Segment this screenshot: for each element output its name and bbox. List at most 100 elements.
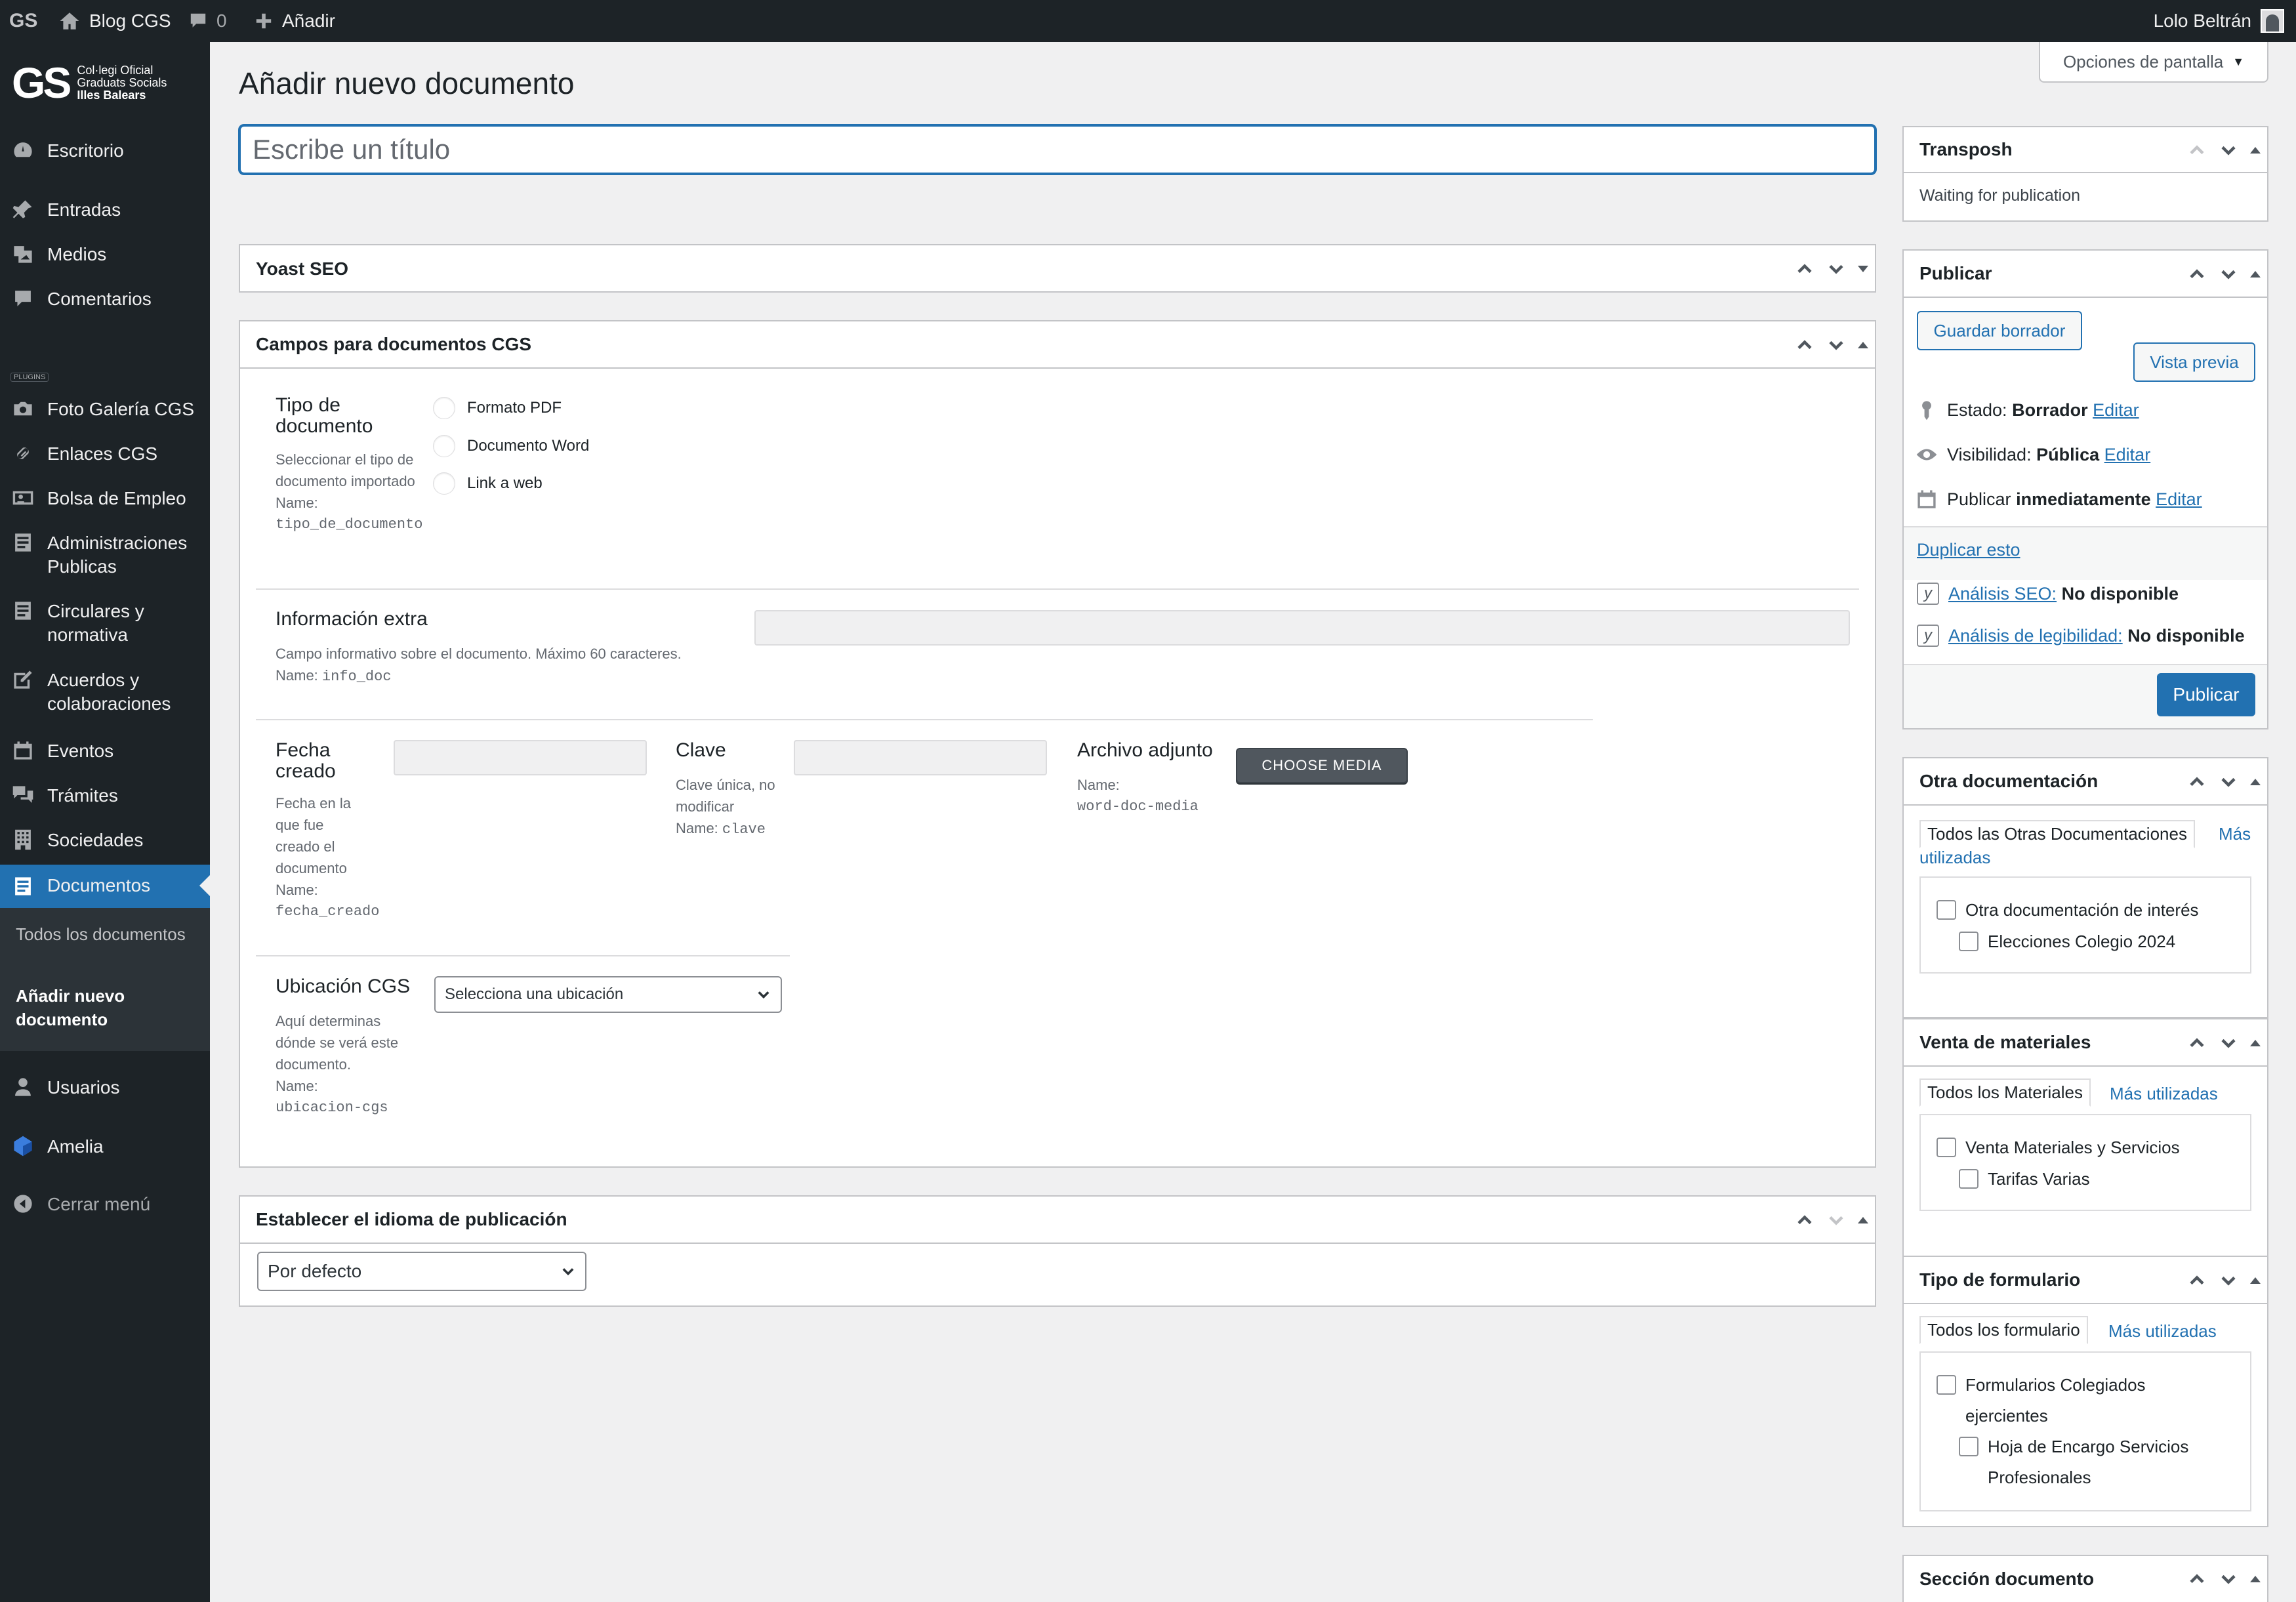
checkbox-tarifas[interactable]: Tarifas Varias [1959, 1164, 2090, 1195]
menu-comentarios[interactable]: Comentarios [0, 287, 210, 314]
checkbox[interactable] [1959, 1437, 1978, 1456]
checkbox-elecciones[interactable]: Elecciones Colegio 2024 [1959, 926, 2175, 957]
tab-mas-utilizadas-cont[interactable]: utilizadas [1919, 848, 1990, 868]
tab-todos[interactable]: Todos las Otras Documentaciones [1919, 820, 2195, 848]
radio-documento-word[interactable]: Documento Word [433, 435, 589, 457]
admin-bar-user[interactable]: Lolo Beltrán [2154, 0, 2284, 42]
admin-bar-site[interactable]: Blog CGS [59, 0, 171, 42]
move-down-icon[interactable] [2219, 1271, 2238, 1290]
toggle-panel-icon[interactable] [2250, 271, 2261, 277]
menu-administraciones[interactable]: Administraciones Publicas [0, 531, 210, 581]
radio-link-web[interactable]: Link a web [433, 472, 543, 495]
postbox-header[interactable]: Publicar [1904, 251, 2267, 298]
choose-media-button[interactable]: CHOOSE MEDIA [1236, 748, 1408, 783]
checkbox-venta-materiales[interactable]: Venta Materiales y Servicios [1937, 1132, 2180, 1163]
move-up-icon[interactable] [2187, 140, 2207, 160]
site-logo[interactable]: GS Col·legi Oficial Graduats Socials Ill… [12, 58, 167, 108]
toggle-panel-icon[interactable] [1858, 266, 1868, 272]
postbox-header[interactable]: Tipo de formulario [1904, 1257, 2267, 1304]
tab-mas-utilizadas[interactable]: Más utilizadas [2110, 1084, 2218, 1104]
menu-circulares[interactable]: Circulares y normativa [0, 600, 210, 649]
ubicacion-select[interactable]: Selecciona una ubicación [434, 976, 782, 1013]
publish-button[interactable]: Publicar [2157, 673, 2255, 716]
menu-cerrar[interactable]: Cerrar menú [0, 1193, 210, 1219]
checkbox-otra-documentacion[interactable]: Otra documentación de interés [1937, 895, 2199, 926]
move-up-icon[interactable] [2187, 1271, 2207, 1290]
move-down-icon[interactable] [2219, 1569, 2238, 1589]
seo-analysis-link[interactable]: Análisis SEO: [1948, 584, 2057, 604]
menu-tramites[interactable]: Trámites [0, 784, 210, 810]
move-down-icon[interactable] [2219, 1033, 2238, 1053]
radio-circle[interactable] [433, 397, 455, 419]
info-extra-input[interactable] [754, 610, 1850, 646]
move-down-icon[interactable] [2219, 140, 2238, 160]
toggle-panel-icon[interactable] [2250, 779, 2261, 785]
menu-acuerdos[interactable]: Acuerdos y colaboraciones [0, 668, 210, 718]
tab-todos[interactable]: Todos los formulario [1919, 1316, 2088, 1344]
menu-documentos[interactable]: Documentos [0, 865, 210, 908]
menu-eventos[interactable]: Eventos [0, 739, 210, 766]
radio-circle[interactable] [433, 435, 455, 457]
postbox-header[interactable]: Venta de materiales [1904, 1019, 2267, 1067]
clave-input[interactable] [794, 740, 1047, 775]
checkbox[interactable] [1937, 1375, 1956, 1395]
postbox-header[interactable]: Otra documentación [1904, 758, 2267, 806]
preview-button[interactable]: Vista previa [2133, 342, 2255, 382]
move-down-icon[interactable] [1826, 335, 1846, 355]
move-down-icon[interactable] [1826, 259, 1846, 279]
move-up-icon[interactable] [2187, 1569, 2207, 1589]
readability-link[interactable]: Análisis de legibilidad: [1948, 626, 2123, 646]
submenu-todos-documentos[interactable]: Todos los documentos [16, 922, 186, 946]
checkbox[interactable] [1937, 1138, 1956, 1157]
postbox-header[interactable]: Establecer el idioma de publicación [240, 1197, 1875, 1244]
toggle-panel-icon[interactable] [1858, 342, 1868, 348]
submenu-anadir-documento[interactable]: Añadir nuevo documento [16, 984, 186, 1031]
save-draft-button[interactable]: Guardar borrador [1917, 311, 2082, 350]
fecha-creado-input[interactable] [394, 740, 647, 775]
menu-foto-galeria[interactable]: Foto Galería CGS [0, 398, 210, 424]
post-title-input[interactable] [239, 125, 1876, 175]
move-up-icon[interactable] [1795, 1210, 1814, 1230]
toggle-panel-icon[interactable] [2250, 1040, 2261, 1046]
menu-medios[interactable]: Medios [0, 243, 210, 269]
edit-visibilidad-link[interactable]: Editar [2104, 445, 2151, 464]
move-down-icon[interactable] [2219, 264, 2238, 284]
menu-bolsa-empleo[interactable]: Bolsa de Empleo [0, 487, 210, 513]
move-up-icon[interactable] [2187, 1033, 2207, 1053]
tab-mas-utilizadas[interactable]: Más utilizadas [2108, 1321, 2217, 1342]
menu-usuarios[interactable]: Usuarios [0, 1076, 210, 1102]
radio-circle[interactable] [433, 472, 455, 495]
menu-sociedades[interactable]: Sociedades [0, 829, 210, 855]
screen-options-button[interactable]: Opciones de pantalla ▼ [2039, 42, 2268, 83]
toggle-panel-icon[interactable] [1858, 1217, 1868, 1223]
toggle-panel-icon[interactable] [2250, 147, 2261, 154]
edit-fecha-link[interactable]: Editar [2156, 489, 2202, 509]
checkbox-hoja-encargo[interactable]: Hoja de Encargo Servicios Profesionales [1959, 1431, 2234, 1493]
toggle-panel-icon[interactable] [2250, 1277, 2261, 1284]
idioma-select[interactable]: Por defecto [257, 1252, 586, 1291]
move-up-icon[interactable] [2187, 264, 2207, 284]
duplicate-link[interactable]: Duplicar esto [1917, 539, 2020, 560]
move-up-icon[interactable] [1795, 259, 1814, 279]
checkbox[interactable] [1959, 932, 1978, 951]
move-down-icon[interactable] [1826, 1210, 1846, 1230]
postbox-header[interactable]: Campos para documentos CGS [240, 321, 1875, 369]
toggle-panel-icon[interactable] [2250, 1576, 2261, 1582]
move-up-icon[interactable] [2187, 772, 2207, 792]
radio-formato-pdf[interactable]: Formato PDF [433, 397, 562, 419]
checkbox[interactable] [1959, 1169, 1978, 1189]
checkbox[interactable] [1937, 900, 1956, 920]
tab-todos[interactable]: Todos los Materiales [1919, 1078, 2091, 1107]
postbox-header[interactable]: Yoast SEO [240, 245, 1875, 293]
menu-amelia[interactable]: Amelia [0, 1135, 210, 1161]
menu-entradas[interactable]: Entradas [0, 198, 210, 224]
move-up-icon[interactable] [1795, 335, 1814, 355]
admin-bar-logo[interactable]: GS [9, 0, 37, 42]
edit-estado-link[interactable]: Editar [2093, 400, 2139, 420]
admin-bar-new[interactable]: Añadir [255, 0, 335, 42]
menu-escritorio[interactable]: Escritorio [0, 139, 210, 165]
menu-enlaces[interactable]: Enlaces CGS [0, 442, 210, 468]
tab-mas-utilizadas[interactable]: Más [2219, 824, 2251, 844]
move-down-icon[interactable] [2219, 772, 2238, 792]
postbox-header[interactable]: Sección documento [1904, 1556, 2267, 1602]
